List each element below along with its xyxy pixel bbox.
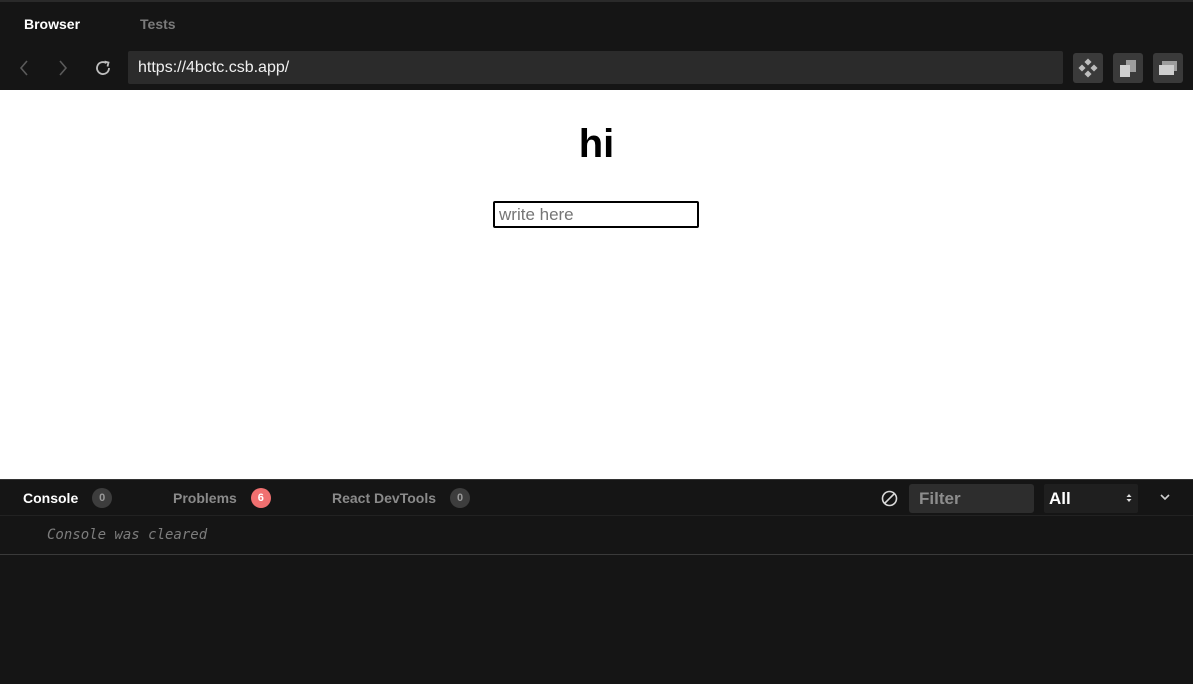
- tab-react-devtools[interactable]: React DevTools 0: [332, 480, 470, 516]
- chevron-down-icon: [1160, 494, 1170, 501]
- tab-console[interactable]: Console 0: [23, 480, 113, 516]
- tab-tests[interactable]: Tests: [116, 2, 200, 46]
- tab-problems[interactable]: Problems 6: [173, 480, 271, 516]
- refresh-icon: [96, 60, 110, 75]
- console-message-row: Console was cleared: [0, 516, 1193, 555]
- tab-problems-label: Problems: [173, 490, 237, 506]
- console-message: Console was cleared: [47, 527, 208, 543]
- clear-console-button[interactable]: [880, 489, 899, 508]
- back-button[interactable]: [4, 48, 44, 88]
- devtools-icon: [1078, 58, 1098, 78]
- log-level-value: All: [1049, 488, 1071, 508]
- address-bar-row: https://4bctc.csb.app/: [0, 46, 1193, 90]
- write-input[interactable]: [493, 201, 699, 228]
- open-preview-window-icon: [1159, 61, 1177, 75]
- forward-button[interactable]: [43, 48, 83, 88]
- refresh-button[interactable]: [83, 48, 123, 88]
- preview-pane: hi: [0, 90, 1193, 479]
- tab-console-label: Console: [23, 490, 79, 506]
- console-filter-input[interactable]: [909, 484, 1034, 513]
- tab-browser[interactable]: Browser: [0, 2, 104, 46]
- chevron-right-icon: [59, 60, 68, 76]
- console-count-badge: 0: [92, 488, 113, 508]
- console-toolbar: Console 0 Problems 6 React DevTools 0 Al…: [0, 479, 1193, 516]
- top-tabs-bar: Browser Tests: [0, 0, 1193, 46]
- problems-count-badge: 6: [250, 488, 271, 508]
- open-new-window-button[interactable]: [1113, 53, 1143, 83]
- url-input[interactable]: https://4bctc.csb.app/: [128, 51, 1063, 84]
- log-level-select[interactable]: All: [1044, 484, 1138, 513]
- page-heading: hi: [578, 122, 615, 166]
- chevron-left-icon: [19, 60, 28, 76]
- console-output: Console was cleared: [0, 516, 1193, 684]
- clear-icon: [881, 490, 898, 507]
- open-new-window-icon: [1120, 60, 1136, 77]
- tab-react-devtools-label: React DevTools: [332, 490, 436, 506]
- open-preview-window-button[interactable]: [1153, 53, 1183, 83]
- url-text: https://4bctc.csb.app/: [138, 58, 290, 76]
- devtools-button[interactable]: [1073, 53, 1103, 83]
- react-devtools-count-badge: 0: [450, 488, 470, 508]
- select-arrows-icon: [1126, 494, 1132, 502]
- collapse-console-button[interactable]: [1157, 489, 1173, 505]
